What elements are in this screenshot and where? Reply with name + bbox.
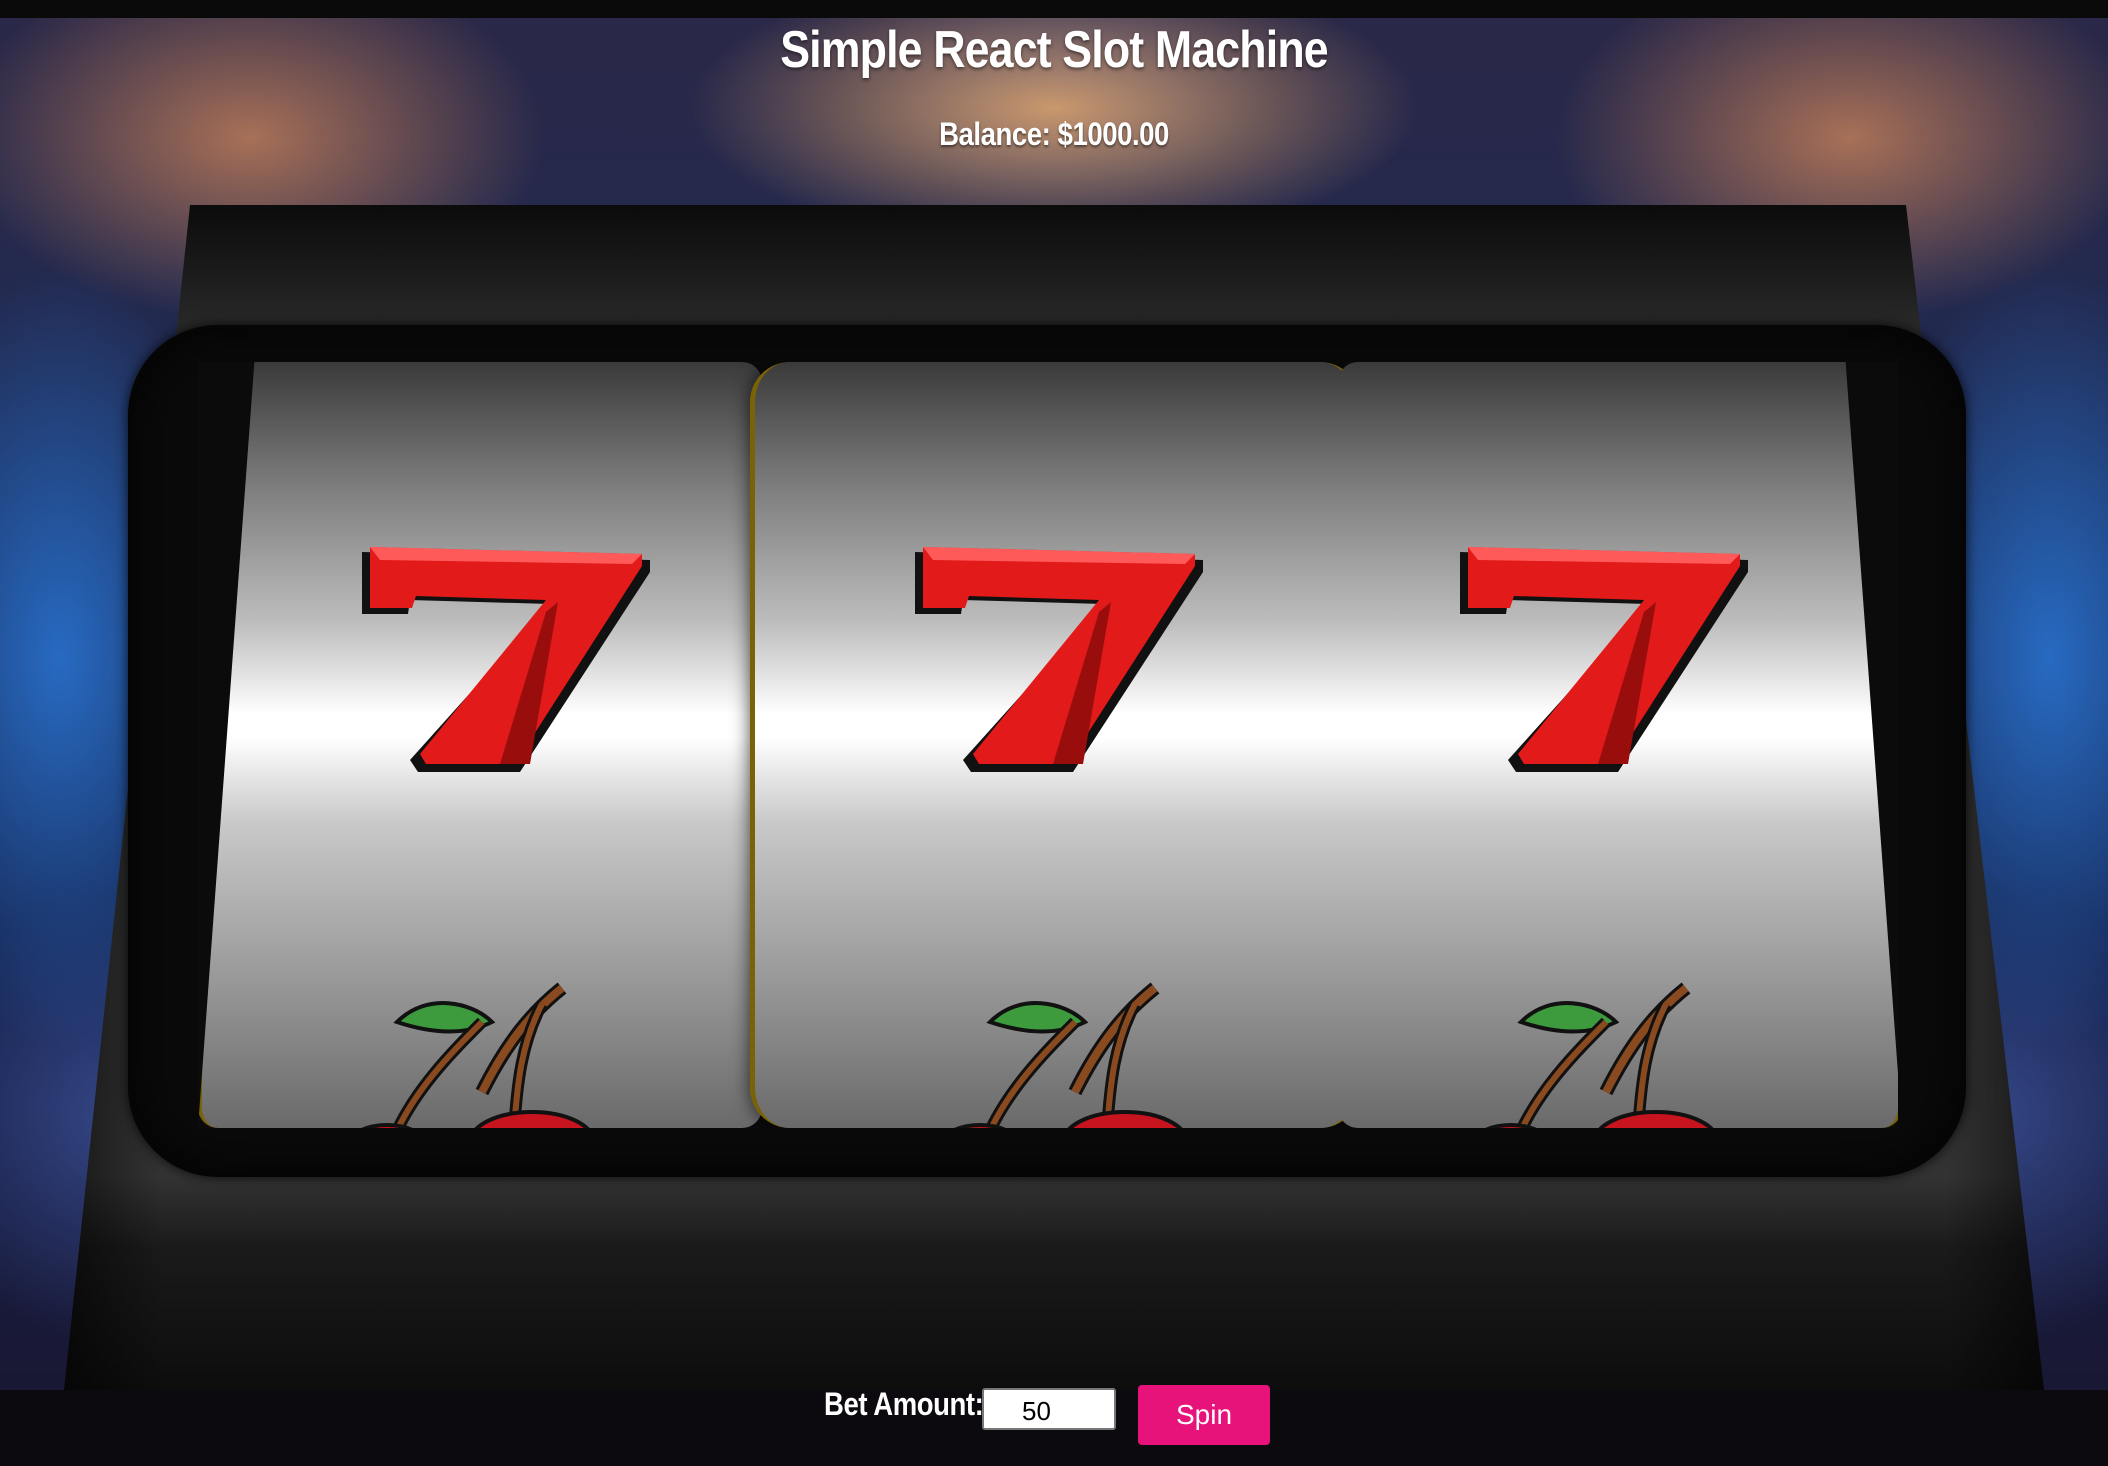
reels-container xyxy=(198,362,1898,1128)
reel-3 xyxy=(1338,362,1898,1128)
bet-amount-label: Bet Amount: xyxy=(824,1386,984,1422)
bet-amount-input[interactable] xyxy=(982,1388,1116,1430)
balance-display: Balance: $1000.00 xyxy=(939,116,1169,152)
cherry-icon xyxy=(1469,982,1716,1128)
reel-1 xyxy=(198,362,762,1128)
spin-button[interactable]: Spin xyxy=(1138,1385,1270,1445)
seven-icon xyxy=(1460,547,1748,772)
reel-2 xyxy=(750,362,1360,1128)
page-title: Simple React Slot Machine xyxy=(780,21,1328,79)
seven-icon xyxy=(915,547,1203,772)
seven-icon xyxy=(362,547,650,772)
cherry-icon xyxy=(954,982,1183,1128)
cherry-icon xyxy=(345,982,592,1128)
